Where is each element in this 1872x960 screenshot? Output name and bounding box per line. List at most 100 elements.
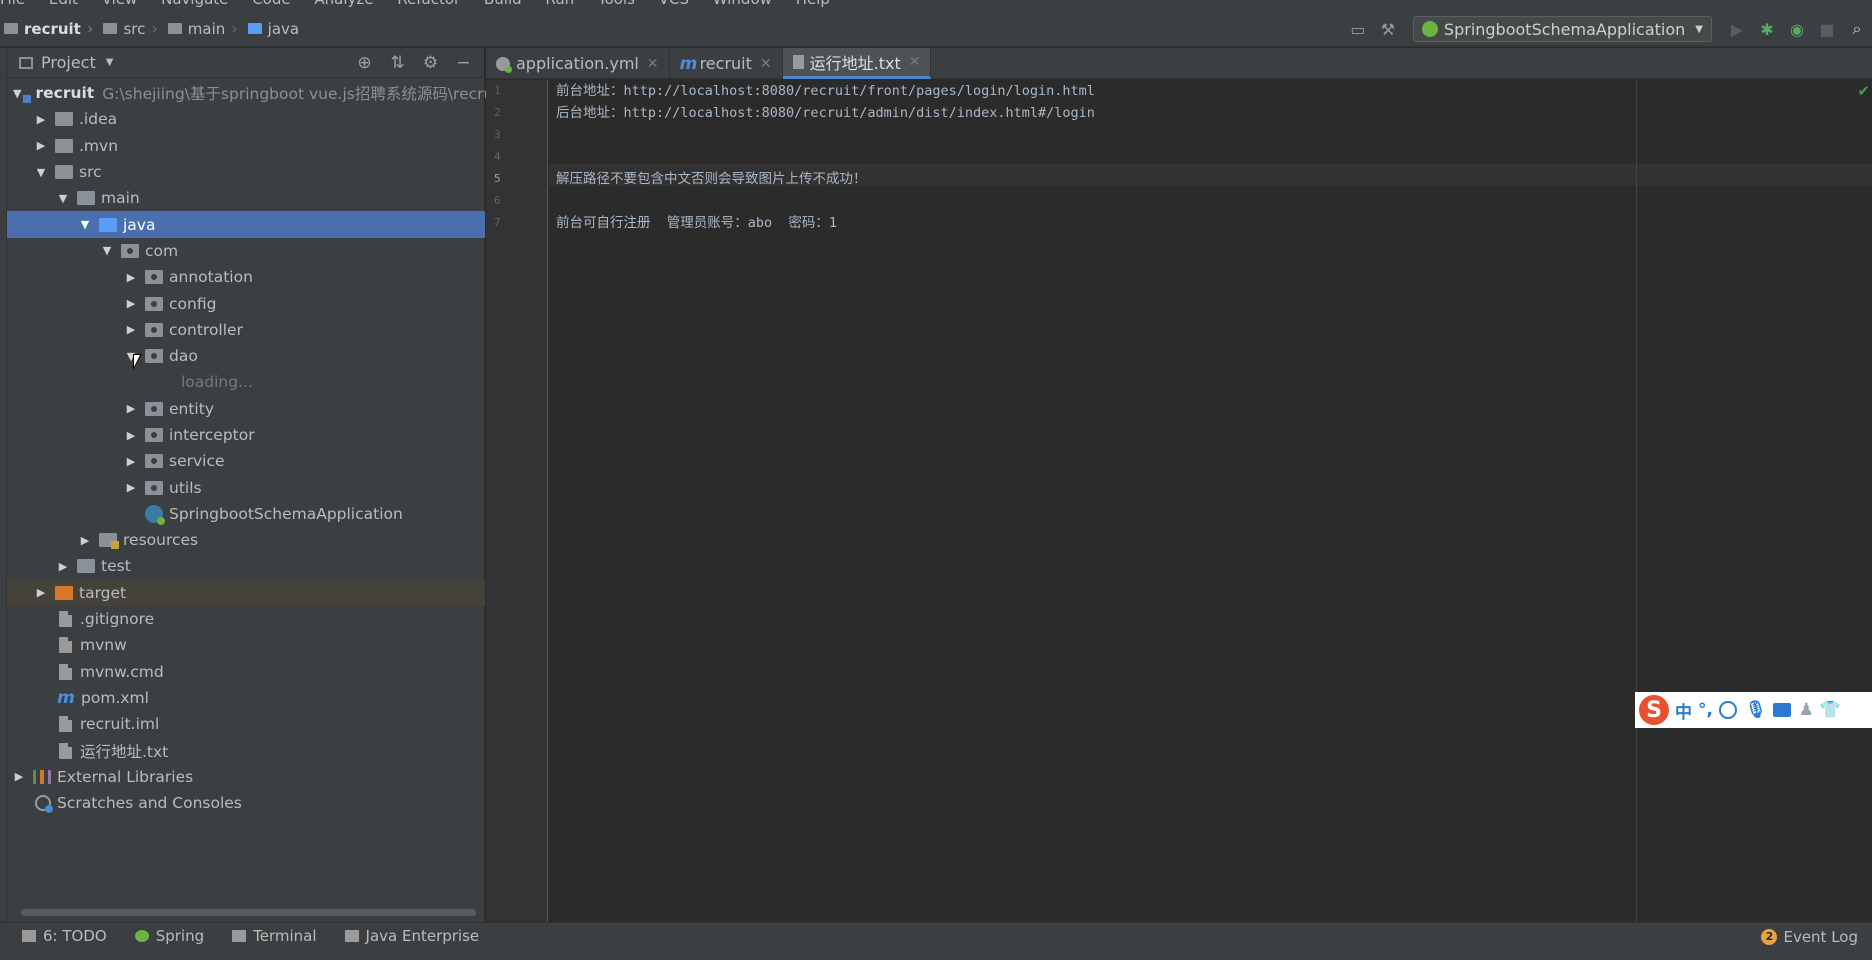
collapsed-arrow-icon[interactable]: ▶ [125, 271, 137, 284]
menu-run[interactable]: Run [545, 0, 574, 8]
debug-icon[interactable]: ✱ [1752, 11, 1782, 47]
gear-icon[interactable]: ⚙ [414, 53, 447, 73]
microphone-icon[interactable]: 🎙 [1745, 700, 1767, 720]
tree-node-iml[interactable]: recruit.iml [7, 711, 485, 737]
terminal-tool-button[interactable]: Terminal [232, 927, 317, 945]
tree-node-pom[interactable]: m pom.xml [7, 685, 485, 711]
emoji-icon[interactable] [1718, 701, 1737, 719]
code-line[interactable]: 后台地址：http://localhost:8080/recruit/admin… [556, 102, 1095, 124]
keyboard-icon[interactable] [1772, 703, 1791, 717]
minimize-icon[interactable]: − [447, 53, 480, 73]
line-number-gutter[interactable]: 1 2 3 4 5 6 7 [486, 80, 548, 922]
menu-build[interactable]: Build [484, 0, 522, 8]
chevron-down-icon[interactable]: ▼ [106, 57, 114, 68]
stop-icon[interactable]: ■ [1812, 11, 1842, 47]
menu-edit[interactable]: Edit [49, 0, 78, 8]
expanded-arrow-icon[interactable]: ▼ [101, 244, 113, 257]
collapsed-arrow-icon[interactable]: ▶ [57, 560, 69, 573]
menu-code[interactable]: Code [252, 0, 290, 8]
tree-node-txt[interactable]: 运行地址.txt [7, 737, 485, 763]
event-log-button[interactable]: 2 Event Log [1761, 923, 1858, 950]
sogou-logo-icon[interactable]: S [1639, 695, 1669, 725]
close-icon[interactable]: ✕ [909, 54, 921, 70]
todo-tool-button[interactable]: 6: TODO [22, 927, 107, 945]
tree-node-mvn[interactable]: ▶ .mvn [7, 133, 485, 159]
expanded-arrow-icon[interactable]: ▼ [79, 218, 91, 231]
tree-node-entity[interactable]: ▶ entity [7, 396, 485, 422]
tab-recruit[interactable]: m recruit ✕ [670, 48, 783, 79]
tree-node-config[interactable]: ▶ config [7, 290, 485, 316]
menu-file[interactable]: File [0, 0, 25, 8]
tree-node-annotation[interactable]: ▶ annotation [7, 264, 485, 290]
collapsed-arrow-icon[interactable]: ▶ [125, 481, 137, 494]
code-line[interactable]: 前台地址：http://localhost:8080/recruit/front… [556, 80, 1095, 102]
tree-node-external-libraries[interactable]: ▶ External Libraries [7, 764, 485, 790]
tree-node-springboot-app[interactable]: SpringbootSchemaApplication [7, 501, 485, 527]
text-editor[interactable]: 前台地址：http://localhost:8080/recruit/front… [549, 80, 1872, 922]
expanded-arrow-icon[interactable]: ▼ [13, 87, 21, 100]
skin-shirt-icon[interactable]: 👕 [1820, 700, 1841, 720]
tree-node-scratches[interactable]: Scratches and Consoles [7, 790, 485, 816]
window-icon[interactable]: ▭ [1343, 11, 1373, 47]
collapsed-arrow-icon[interactable]: ▶ [13, 770, 25, 783]
tree-node-mvnw-cmd[interactable]: mvnw.cmd [7, 659, 485, 685]
collapsed-arrow-icon[interactable]: ▶ [125, 323, 137, 336]
collapsed-arrow-icon[interactable]: ▶ [79, 534, 91, 547]
ime-mode-toggle[interactable]: 中 [1675, 698, 1692, 723]
build-hammer-icon[interactable]: ⚒ [1373, 11, 1403, 47]
tree-node-service[interactable]: ▶ service [7, 448, 485, 474]
spring-tool-button[interactable]: Spring [134, 927, 204, 945]
collapsed-arrow-icon[interactable]: ▶ [125, 402, 137, 415]
menu-navigate[interactable]: Navigate [161, 0, 228, 8]
tree-node-test[interactable]: ▶ test [7, 553, 485, 579]
expanded-arrow-icon[interactable]: ▼ [35, 166, 47, 179]
tree-node-target[interactable]: ▶ target [7, 579, 485, 606]
collapsed-arrow-icon[interactable]: ▶ [35, 586, 47, 599]
java-enterprise-tool-button[interactable]: Java Enterprise [344, 927, 479, 945]
locate-icon[interactable]: ⊕ [348, 53, 381, 73]
breadcrumb-src[interactable]: src › [99, 11, 163, 47]
menu-tools[interactable]: Tools [598, 0, 635, 8]
tab-application-yml[interactable]: application.yml ✕ [486, 48, 670, 79]
menu-view[interactable]: View [102, 0, 138, 8]
tree-node-recruit[interactable]: ▼ recruit G:\shejiing\基于springboot vue.j… [7, 80, 493, 106]
tree-node-controller[interactable]: ▶ controller [7, 317, 485, 343]
collapsed-arrow-icon[interactable]: ▶ [125, 455, 137, 468]
tree-node-idea[interactable]: ▶ .idea [7, 106, 485, 132]
expanded-arrow-icon[interactable]: ▼ [57, 192, 69, 205]
close-icon[interactable]: ✕ [760, 56, 772, 72]
tree-node-src[interactable]: ▼ src [7, 159, 485, 185]
code-line[interactable]: 解压路径不要包含中文否则会导致图片上传不成功！ [556, 168, 1095, 190]
run-with-coverage-icon[interactable]: ◉ [1782, 11, 1812, 47]
code-line[interactable] [556, 124, 1095, 146]
collapsed-arrow-icon[interactable]: ▶ [125, 429, 137, 442]
collapsed-arrow-icon[interactable]: ▶ [125, 297, 137, 310]
project-title[interactable]: Project [41, 53, 96, 72]
tree-node-java[interactable]: ▼ java [7, 211, 485, 238]
search-icon[interactable]: ⌕ [1842, 11, 1872, 47]
run-configuration-select[interactable]: SpringbootSchemaApplication ▼ [1412, 16, 1712, 42]
tree-node-utils[interactable]: ▶ utils [7, 474, 485, 500]
horizontal-scrollbar[interactable] [21, 909, 476, 916]
collapsed-arrow-icon[interactable]: ▶ [35, 113, 47, 126]
code-line[interactable] [556, 146, 1095, 168]
tree-node-main[interactable]: ▼ main [7, 185, 485, 211]
tree-node-com[interactable]: ▼ com [7, 238, 485, 264]
collapsed-arrow-icon[interactable]: ▶ [35, 139, 47, 152]
run-icon[interactable]: ▶ [1722, 11, 1752, 47]
menu-vcs[interactable]: VCS [659, 0, 689, 8]
menu-help[interactable]: Help [796, 0, 830, 8]
code-line[interactable]: 前台可自行注册 管理员账号：abo 密码：1 [556, 212, 1095, 234]
tree-node-dao[interactable]: ▼ dao [7, 343, 485, 369]
menu-window[interactable]: Window [713, 0, 772, 8]
menu-refactor[interactable]: Refactor [397, 0, 460, 8]
tab-run-address-txt[interactable]: 运行地址.txt ✕ [782, 48, 932, 79]
code-line[interactable] [556, 190, 1095, 212]
inspection-ok-icon[interactable]: ✔ [1857, 82, 1870, 100]
breadcrumb-main[interactable]: main › [164, 11, 244, 47]
breadcrumb-recruit[interactable]: recruit › [0, 11, 99, 47]
collapse-all-icon[interactable]: ⇅ [381, 53, 414, 73]
user-icon[interactable]: ♟ [1799, 700, 1814, 720]
tree-node-gitignore[interactable]: .gitignore [7, 606, 485, 632]
breadcrumb-java[interactable]: java [244, 11, 305, 47]
